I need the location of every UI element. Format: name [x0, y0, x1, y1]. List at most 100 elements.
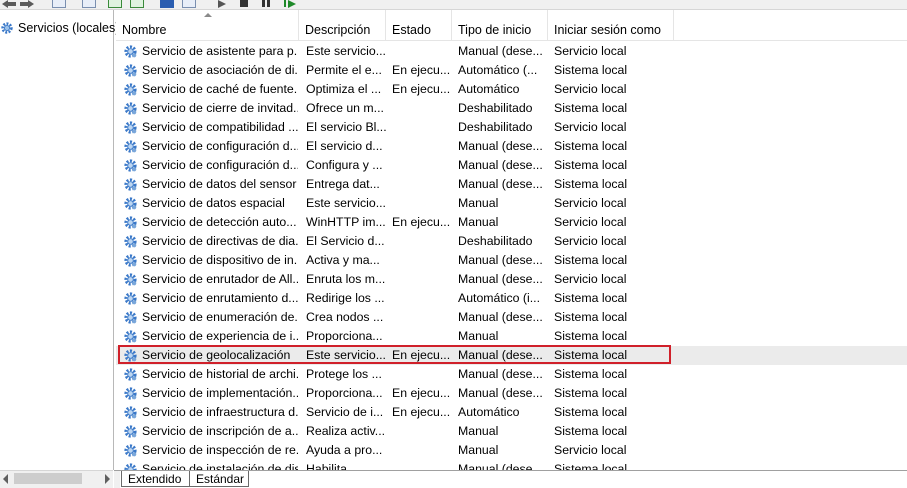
table-row[interactable]: Servicio de datos espacial Este servicio.… — [116, 194, 907, 213]
service-startup-type: Deshabilitado — [458, 101, 533, 115]
service-startup-type: Automático (... — [458, 63, 538, 77]
service-status — [392, 365, 452, 384]
table-row[interactable]: Servicio de cierre de invitad... Ofrece u… — [116, 99, 907, 118]
scroll-left-arrow-icon[interactable] — [3, 474, 8, 484]
service-name: Servicio de enrutador de All... — [142, 272, 298, 286]
table-row[interactable]: Servicio de enumeración de... Crea nodos … — [116, 308, 907, 327]
start-service-icon[interactable] — [218, 0, 226, 8]
table-row[interactable]: Servicio de asistente para p... Este serv… — [116, 42, 907, 61]
table-row[interactable]: Servicio de datos del sensor Entrega dat.… — [116, 175, 907, 194]
service-description: Protege los ... — [306, 367, 382, 381]
service-startup-type: Manual (dese... — [458, 462, 543, 470]
list-header: Nombre Descripción Estado Tipo de inicio… — [116, 10, 907, 41]
view-tabs: Extendido Estándar — [114, 470, 907, 488]
table-row[interactable]: Servicio de dispositivo de in... Activa y… — [116, 251, 907, 270]
table-row[interactable]: Servicio de directivas de dia... El Servi… — [116, 232, 907, 251]
column-header-description[interactable]: Descripción — [299, 10, 386, 40]
service-startup-type: Manual (dese... — [458, 44, 543, 58]
table-row[interactable]: Servicio de inspección de re... Ayuda a p… — [116, 441, 907, 460]
stop-service-icon[interactable] — [240, 0, 248, 7]
service-startup-type: Manual — [458, 443, 499, 457]
column-header-name[interactable]: Nombre — [116, 10, 299, 40]
services-list: Nombre Descripción Estado Tipo de inicio… — [116, 10, 907, 470]
refresh-icon[interactable] — [108, 0, 122, 8]
properties-icon[interactable] — [82, 0, 96, 8]
service-logon-as: Sistema local — [554, 405, 628, 419]
show-hide-tree-icon[interactable] — [52, 0, 66, 8]
service-gear-icon — [124, 330, 137, 343]
tab-standard[interactable]: Estándar — [189, 471, 249, 487]
service-startup-type: Manual (dese... — [458, 139, 543, 153]
service-name: Servicio de cierre de invitad... — [142, 101, 298, 115]
table-row[interactable]: Servicio de compatibilidad ... El servici… — [116, 118, 907, 137]
table-row-selected[interactable]: Servicio de geolocalización Este servicio… — [116, 345, 907, 365]
service-logon-as: Sistema local — [554, 158, 628, 172]
service-logon-as: Sistema local — [554, 462, 628, 470]
table-row[interactable]: Servicio de detección auto... WinHTTP im.… — [116, 213, 907, 232]
service-name: Servicio de datos espacial — [142, 196, 285, 210]
forward-arrow-icon[interactable] — [20, 0, 34, 8]
service-status — [392, 460, 452, 470]
table-row[interactable]: Servicio de enrutamiento d... Redirige lo… — [116, 289, 907, 308]
service-name: Servicio de inspección de re... — [142, 443, 298, 457]
table-row[interactable]: Servicio de enrutador de All... Enruta lo… — [116, 270, 907, 289]
service-name: Servicio de infraestructura d... — [142, 405, 298, 419]
table-row[interactable]: Servicio de caché de fuente... Optimiza e… — [116, 80, 907, 99]
service-description: Entrega dat... — [306, 177, 380, 191]
service-logon-as: Sistema local — [554, 329, 628, 343]
service-description: Este servicio... — [306, 348, 386, 362]
service-startup-type: Manual (dese... — [458, 272, 543, 286]
table-row[interactable]: Servicio de instalación de dis... Habilit… — [116, 460, 907, 470]
service-gear-icon — [124, 292, 137, 305]
back-arrow-icon[interactable] — [2, 0, 16, 8]
service-description: Este servicio... — [306, 196, 386, 210]
table-row[interactable]: Servicio de asociación de di... Permite e… — [116, 61, 907, 80]
column-header-logon-as[interactable]: Iniciar sesión como — [548, 10, 674, 40]
service-description: Redirige los ... — [306, 291, 385, 305]
service-description: El servicio Bl... — [306, 120, 386, 134]
export-list-icon[interactable] — [130, 0, 144, 8]
service-description: Enruta los m... — [306, 272, 386, 286]
service-name: Servicio de experiencia de i... — [142, 329, 298, 343]
table-row[interactable]: Servicio de configuración d... Configura … — [116, 156, 907, 175]
table-row[interactable]: Servicio de infraestructura d... Servicio… — [116, 403, 907, 422]
service-logon-as: Sistema local — [554, 139, 628, 153]
service-logon-as: Sistema local — [554, 291, 628, 305]
column-header-status[interactable]: Estado — [386, 10, 452, 40]
service-startup-type: Automático (i... — [458, 291, 541, 305]
table-row[interactable]: Servicio de experiencia de i... Proporcio… — [116, 327, 907, 346]
column-header-startup-type[interactable]: Tipo de inicio — [452, 10, 548, 40]
tab-extended[interactable]: Extendido — [121, 471, 189, 487]
service-status — [392, 156, 452, 175]
service-status — [392, 251, 452, 270]
tree-horizontal-scrollbar[interactable] — [0, 470, 113, 488]
service-gear-icon — [124, 425, 137, 438]
help-icon[interactable] — [160, 0, 174, 8]
table-row[interactable]: Servicio de configuración d... El servici… — [116, 137, 907, 156]
service-gear-icon — [124, 406, 137, 419]
service-name: Servicio de inscripción de a... — [142, 424, 298, 438]
service-status — [392, 137, 452, 156]
table-row[interactable]: Servicio de implementación... Proporciona… — [116, 384, 907, 403]
service-name: Servicio de enrutamiento d... — [142, 291, 298, 305]
service-logon-as: Servicio local — [554, 44, 627, 58]
service-logon-as: Servicio local — [554, 234, 627, 248]
tree-item-services-local[interactable]: Servicios (locales) — [0, 18, 119, 38]
table-row[interactable]: Servicio de historial de archi... Protege… — [116, 365, 907, 384]
service-name: Servicio de directivas de dia... — [142, 234, 298, 248]
service-name: Servicio de configuración d... — [142, 139, 298, 153]
scroll-right-arrow-icon[interactable] — [105, 474, 110, 484]
pause-service-icon[interactable] — [262, 0, 270, 7]
service-name: Servicio de caché de fuente... — [142, 82, 298, 96]
service-status — [392, 327, 452, 346]
console-tree: Servicios (locales) — [0, 10, 119, 470]
table-row[interactable]: Servicio de inscripción de a... Realiza a… — [116, 422, 907, 441]
service-description: Este servicio... — [306, 44, 386, 58]
service-name: Servicio de detección auto... — [142, 215, 297, 229]
restart-service-icon[interactable] — [288, 0, 296, 8]
service-logon-as: Servicio local — [554, 272, 627, 286]
service-startup-type: Deshabilitado — [458, 120, 533, 134]
service-name: Servicio de geolocalización — [142, 348, 291, 362]
console-icon[interactable] — [182, 0, 196, 8]
scroll-thumb[interactable] — [14, 473, 82, 484]
